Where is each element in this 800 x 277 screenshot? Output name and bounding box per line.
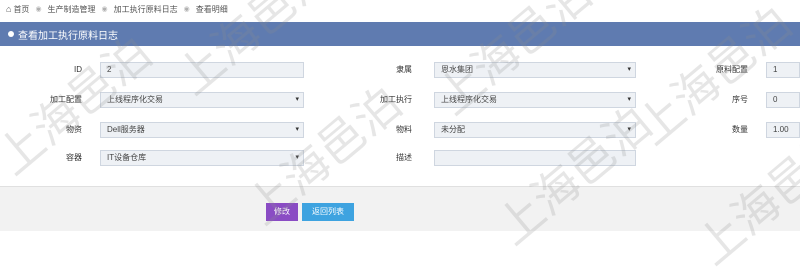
breadcrumb-current: 查看明细 [195, 4, 228, 14]
breadcrumb-home[interactable]: 首页 [13, 4, 29, 15]
material-config-field[interactable]: 1 [766, 62, 800, 78]
id-label: ID [74, 65, 82, 74]
material-select[interactable]: 未分配 [434, 122, 636, 138]
home-icon[interactable]: ⌂ [6, 4, 11, 14]
form-footer: 修改 返回列表 [0, 186, 800, 231]
description-label: 描述 [396, 153, 412, 162]
quantity-field[interactable]: 1.00 [766, 122, 800, 138]
goods-select[interactable]: Dell服务器 [100, 122, 304, 138]
page-title: 查看加工执行原料日志 [18, 30, 118, 42]
sequence-label: 序号 [732, 95, 748, 104]
breadcrumb: ⌂ 首页 ◉ 生产制造管理 ◉ 加工执行原料日志 ◉ 查看明细 [0, 0, 800, 18]
company-select[interactable]: 恩水集团 [434, 62, 636, 78]
breadcrumb-separator: ◉ [183, 6, 190, 13]
material-config-label: 原料配置 [716, 65, 748, 74]
process-config-label: 加工配置 [50, 95, 82, 104]
bullet-icon [8, 31, 14, 37]
edit-button[interactable]: 修改 [266, 203, 298, 221]
back-to-list-button[interactable]: 返回列表 [302, 203, 354, 221]
detail-form: ID 2 隶属 恩水集团 原料配置 1 加工配置 上线程序化交易 加工执行 上线… [0, 46, 800, 176]
quantity-label: 数量 [732, 125, 748, 134]
breadcrumb-log[interactable]: 加工执行原料日志 [114, 4, 178, 15]
breadcrumb-separator: ◉ [35, 6, 42, 13]
sequence-field[interactable]: 0 [766, 92, 800, 108]
company-label: 隶属 [396, 65, 412, 74]
material-label: 物料 [396, 125, 412, 134]
breadcrumb-production[interactable]: 生产制造管理 [48, 4, 96, 15]
container-select[interactable]: IT设备仓库 [100, 150, 304, 166]
page-title-bar: 查看加工执行原料日志 [0, 22, 800, 46]
id-field[interactable]: 2 [100, 62, 304, 78]
process-config-select[interactable]: 上线程序化交易 [100, 92, 304, 108]
process-exec-label: 加工执行 [380, 95, 412, 104]
goods-label: 物资 [66, 125, 82, 134]
process-exec-select[interactable]: 上线程序化交易 [434, 92, 636, 108]
breadcrumb-separator: ◉ [101, 6, 108, 13]
description-field[interactable] [434, 150, 636, 166]
container-label: 容器 [66, 153, 82, 162]
